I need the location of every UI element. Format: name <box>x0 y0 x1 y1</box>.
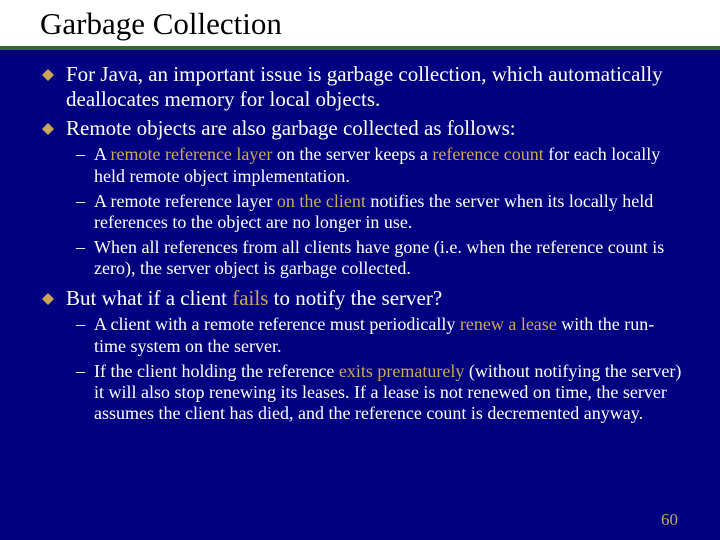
sub-bullet-list: – A client with a remote reference must … <box>42 314 682 424</box>
slide-title: Garbage Collection <box>0 0 720 50</box>
bullet-level1: For Java, an important issue is garbage … <box>42 62 682 112</box>
text-run: A remote reference layer <box>94 191 277 211</box>
bullet-level2: – If the client holding the reference ex… <box>76 361 682 425</box>
slide-body: For Java, an important issue is garbage … <box>0 50 720 425</box>
emphasis: renew a lease <box>460 314 557 334</box>
bullet-level1: Remote objects are also garbage collecte… <box>42 116 682 141</box>
sub-bullet-list: – A remote reference layer on the server… <box>42 144 682 279</box>
text-run: But what if a client <box>66 286 232 310</box>
text-run: A client with a remote reference must pe… <box>94 314 460 334</box>
text-run: If the client holding the reference <box>94 361 339 381</box>
bullet-text: A remote reference layer on the server k… <box>94 144 682 186</box>
bullet-text: If the client holding the reference exit… <box>94 361 682 425</box>
dash-bullet-icon: – <box>76 314 92 335</box>
bullet-level2: – A remote reference layer on the server… <box>76 144 682 186</box>
emphasis: remote reference layer <box>111 144 273 164</box>
diamond-bullet-icon <box>42 69 54 81</box>
dash-bullet-icon: – <box>76 144 92 165</box>
dash-bullet-icon: – <box>76 191 92 212</box>
emphasis: on the client <box>277 191 366 211</box>
bullet-text: When all references from all clients hav… <box>94 237 682 279</box>
bullet-level2: – A remote reference layer on the client… <box>76 191 682 233</box>
dash-bullet-icon: – <box>76 237 92 258</box>
bullet-level1: But what if a client fails to notify the… <box>42 286 682 311</box>
emphasis: reference count <box>432 144 543 164</box>
text-run: A <box>94 144 111 164</box>
bullet-text: For Java, an important issue is garbage … <box>66 62 682 112</box>
text-run: on the server keeps a <box>272 144 432 164</box>
diamond-bullet-icon <box>42 293 54 305</box>
emphasis: fails <box>232 286 268 310</box>
bullet-text: A client with a remote reference must pe… <box>94 314 682 356</box>
bullet-text: But what if a client fails to notify the… <box>66 286 682 311</box>
bullet-text: A remote reference layer on the client n… <box>94 191 682 233</box>
text-run: to notify the server? <box>268 286 442 310</box>
dash-bullet-icon: – <box>76 361 92 382</box>
slide-number: 60 <box>661 510 678 530</box>
bullet-text: Remote objects are also garbage collecte… <box>66 116 682 141</box>
bullet-level2: – When all references from all clients h… <box>76 237 682 279</box>
emphasis: exits prematurely <box>339 361 464 381</box>
slide: Garbage Collection For Java, an importan… <box>0 0 720 540</box>
bullet-level2: – A client with a remote reference must … <box>76 314 682 356</box>
diamond-bullet-icon <box>42 123 54 135</box>
